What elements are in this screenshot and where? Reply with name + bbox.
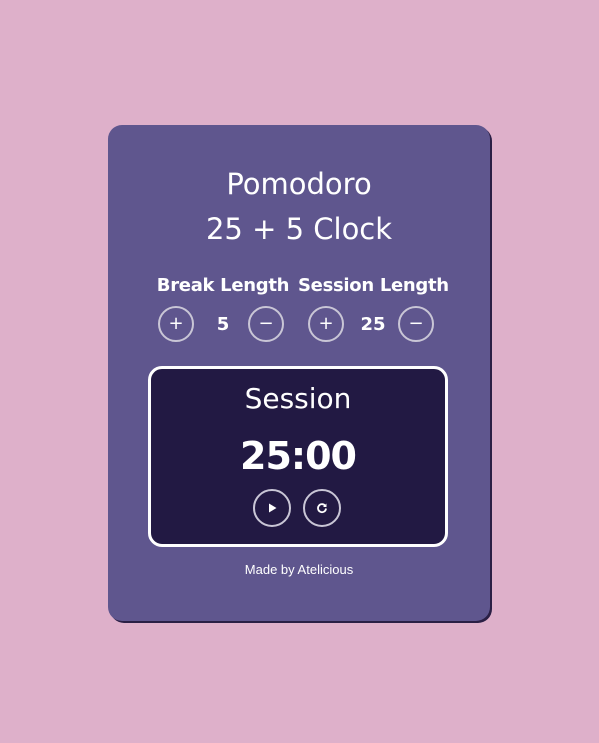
reset-button[interactable] [303,489,341,527]
timer-display: Session 25:00 [148,366,448,547]
start-stop-button[interactable] [253,489,291,527]
plus-icon: + [168,313,184,334]
app-title-line1: Pomodoro [226,167,372,201]
break-increment-button[interactable]: + [158,306,194,342]
minus-icon: − [258,313,274,334]
play-icon [269,503,277,513]
timer-label: Session [244,382,352,415]
plus-icon: + [318,313,334,334]
session-decrement-button[interactable]: − [398,306,434,342]
break-length-label: Break Length [156,275,290,296]
app-title-line2: 25 + 5 Clock [205,212,393,246]
footer-credit: Made by Atelicious [244,562,354,577]
timer-time: 25:00 [240,434,357,478]
session-length-value: 25 [360,314,386,335]
session-increment-button[interactable]: + [308,306,344,342]
refresh-icon [317,503,327,514]
session-length-label: Session Length [298,275,449,296]
break-decrement-button[interactable]: − [248,306,284,342]
break-length-section: Break Length [148,275,298,296]
minus-icon: − [408,313,424,334]
pomodoro-card: Pomodoro 25 + 5 Clock Break Length + 5 −… [108,125,490,621]
break-length-value: 5 [216,314,230,335]
session-length-section: Session Length [298,275,449,296]
